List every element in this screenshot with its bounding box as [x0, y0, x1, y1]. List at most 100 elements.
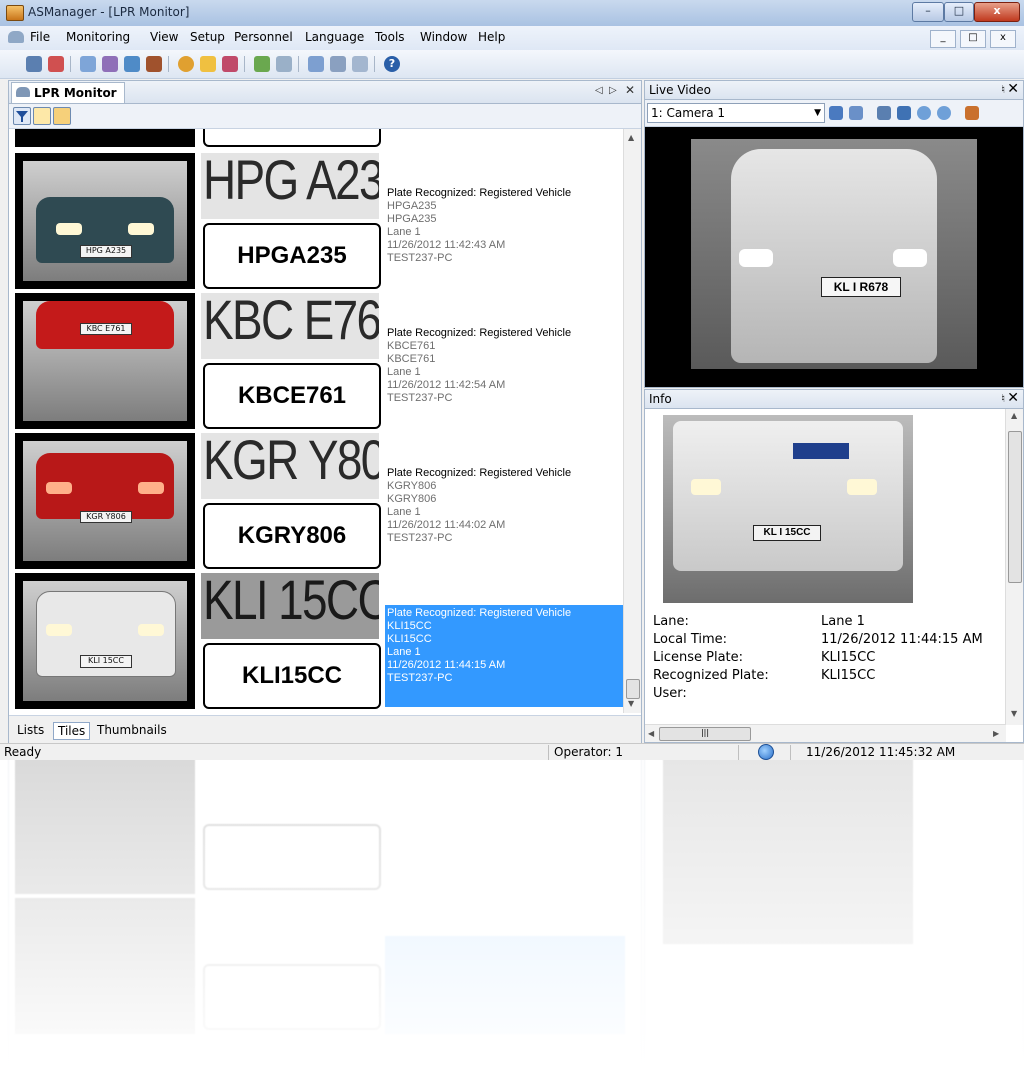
scroll-up-icon[interactable]: ▲ — [628, 133, 634, 142]
tile-info: Plate Recognized: Registered Vehicle KLI… — [385, 605, 623, 707]
export-icon[interactable] — [48, 56, 64, 72]
tab-thumbnails[interactable]: Thumbnails — [93, 722, 171, 738]
video-view[interactable]: KL I R678 — [645, 127, 1023, 387]
message-icon[interactable] — [308, 56, 324, 72]
menu-monitoring[interactable]: Monitoring — [66, 30, 130, 44]
video-plate: KL I R678 — [821, 277, 901, 297]
menu-tools[interactable]: Tools — [375, 30, 405, 44]
menu-language[interactable]: Language — [305, 30, 364, 44]
clock-icon[interactable] — [178, 56, 194, 72]
tiles-scrollbar[interactable]: ▲ ▼ — [623, 129, 641, 713]
vehicle-photo: KL I 15CC — [663, 415, 913, 603]
search-icon[interactable] — [276, 56, 292, 72]
car-icon[interactable] — [330, 56, 346, 72]
menu-personnel[interactable]: Personnel — [234, 30, 293, 44]
camera-select-value: 1: Camera 1 — [651, 106, 726, 120]
info-line: HPGA235 — [387, 200, 437, 212]
vehicle-thumbnail — [15, 129, 195, 147]
plate-text-box: HPGA235 — [203, 223, 381, 289]
vehicle-thumbnail: KGR Y806 — [15, 433, 195, 569]
chart-icon[interactable] — [222, 56, 238, 72]
pin-icon[interactable]: ♮ — [1001, 392, 1005, 405]
select-icon[interactable] — [33, 107, 51, 125]
scrollbar-thumb[interactable] — [626, 679, 640, 699]
network-icon[interactable] — [254, 56, 270, 72]
card-icon[interactable] — [352, 56, 368, 72]
close-icon[interactable]: ✕ — [625, 83, 635, 97]
help-icon[interactable]: ? — [384, 56, 400, 72]
minimize-button[interactable]: – — [912, 2, 944, 22]
menu-help[interactable]: Help — [478, 30, 505, 44]
scrollbar-thumb[interactable] — [1008, 431, 1022, 583]
list-item-selected[interactable]: KLI 15CC KLI 15CC KLI15CC Plate Recogniz… — [15, 573, 623, 709]
close-button[interactable]: x — [974, 2, 1020, 22]
document-icon[interactable] — [8, 31, 24, 43]
plate-crop-text: KBC E761 — [203, 293, 379, 351]
info-line: KGRY806 — [387, 480, 437, 492]
info-body: KL I 15CC Lane: Lane 1 Local Time: 11/26… — [645, 409, 1006, 725]
toolbar-separator — [244, 56, 245, 72]
tile-info: Plate Recognized: Registered Vehicle HPG… — [385, 185, 623, 287]
camera-select[interactable]: 1: Camera 1 ▼ — [647, 103, 825, 123]
scroll-up-icon[interactable]: ▲ — [1011, 411, 1017, 420]
tab-lpr-monitor[interactable]: LPR Monitor — [11, 82, 125, 103]
tab-label: LPR Monitor — [34, 86, 117, 100]
list-item[interactable] — [15, 129, 623, 147]
scrollbar-thumb[interactable]: ||| — [659, 727, 751, 741]
zoom-out-icon[interactable] — [937, 106, 951, 120]
monitor-icon[interactable] — [124, 56, 140, 72]
settings-icon[interactable] — [80, 56, 96, 72]
menu-view[interactable]: View — [150, 30, 178, 44]
list-item[interactable]: KBC E761 KBC E761 KBCE761 Plate Recogniz… — [15, 293, 623, 429]
alarm-icon[interactable] — [200, 56, 216, 72]
tab-tiles[interactable]: Tiles — [53, 722, 91, 740]
scroll-right-icon[interactable]: ▶ — [993, 729, 999, 738]
info-line: Lane 1 — [387, 366, 421, 378]
scroll-left-icon[interactable]: ◁ — [595, 85, 603, 96]
menu-window[interactable]: Window — [420, 30, 467, 44]
menu-file[interactable]: File — [30, 30, 50, 44]
info-horizontal-scrollbar[interactable]: ◀ ||| ▶ — [645, 724, 1006, 742]
people-icon[interactable] — [102, 56, 118, 72]
next-camera-icon[interactable] — [849, 106, 863, 120]
tiles-list: HPG A235 HPG A235 HPGA235 Plate Recogniz… — [9, 129, 623, 713]
tab-lists[interactable]: Lists — [13, 722, 48, 738]
thumbnail-plate: KBC E761 — [80, 322, 132, 336]
field-value: KLI15CC — [821, 650, 876, 665]
book-icon[interactable] — [146, 56, 162, 72]
zoom-in-icon[interactable] — [917, 106, 931, 120]
scroll-down-icon[interactable]: ▼ — [1011, 709, 1017, 718]
pin-icon[interactable]: ♮ — [1001, 83, 1005, 96]
previous-camera-icon[interactable] — [829, 106, 843, 120]
info-vertical-scrollbar[interactable]: ▲ ▼ — [1005, 409, 1023, 725]
move-icon[interactable] — [897, 106, 911, 120]
close-icon[interactable]: ✕ — [1007, 81, 1019, 97]
layout-icon[interactable] — [965, 106, 979, 120]
status-text: Plate Recognized: Registered Vehicle — [387, 607, 572, 619]
mdi-close-button[interactable]: x — [990, 30, 1016, 48]
plate-text-box: KBCE761 — [203, 363, 381, 429]
toolbar: ? — [0, 50, 1024, 79]
import-icon[interactable] — [26, 56, 42, 72]
scroll-left-icon[interactable]: ◀ — [648, 729, 654, 738]
status-separator — [738, 745, 739, 760]
menu-setup[interactable]: Setup — [190, 30, 225, 44]
close-icon[interactable]: ✕ — [1007, 390, 1019, 406]
scroll-right-icon[interactable]: ▷ — [609, 85, 617, 96]
status-timestamp: 11/26/2012 11:45:32 AM — [806, 745, 956, 759]
thumbnail-plate: KLI 15CC — [80, 655, 132, 669]
headlight — [739, 249, 773, 267]
mdi-minimize-button[interactable]: _ — [930, 30, 956, 48]
app-icon — [6, 5, 24, 21]
filter-icon[interactable] — [13, 107, 31, 125]
live-video-panel: Live Video ♮ ✕ 1: Camera 1 ▼ KL I R678 — [644, 80, 1024, 388]
mdi-restore-button[interactable]: □ — [960, 30, 986, 48]
list-item[interactable]: KGR Y806 KGR Y806 KGRY806 Plate Recogniz… — [15, 433, 623, 569]
maximize-button[interactable]: □ — [944, 2, 974, 22]
field-label: License Plate: — [653, 650, 744, 665]
list-item[interactable]: HPG A235 HPG A235 HPGA235 Plate Recogniz… — [15, 153, 623, 289]
fit-icon[interactable] — [877, 106, 891, 120]
scroll-down-icon[interactable]: ▼ — [628, 699, 634, 708]
lock-icon[interactable] — [53, 107, 71, 125]
title-bar: ASManager - [LPR Monitor] – □ x — [0, 0, 1024, 27]
